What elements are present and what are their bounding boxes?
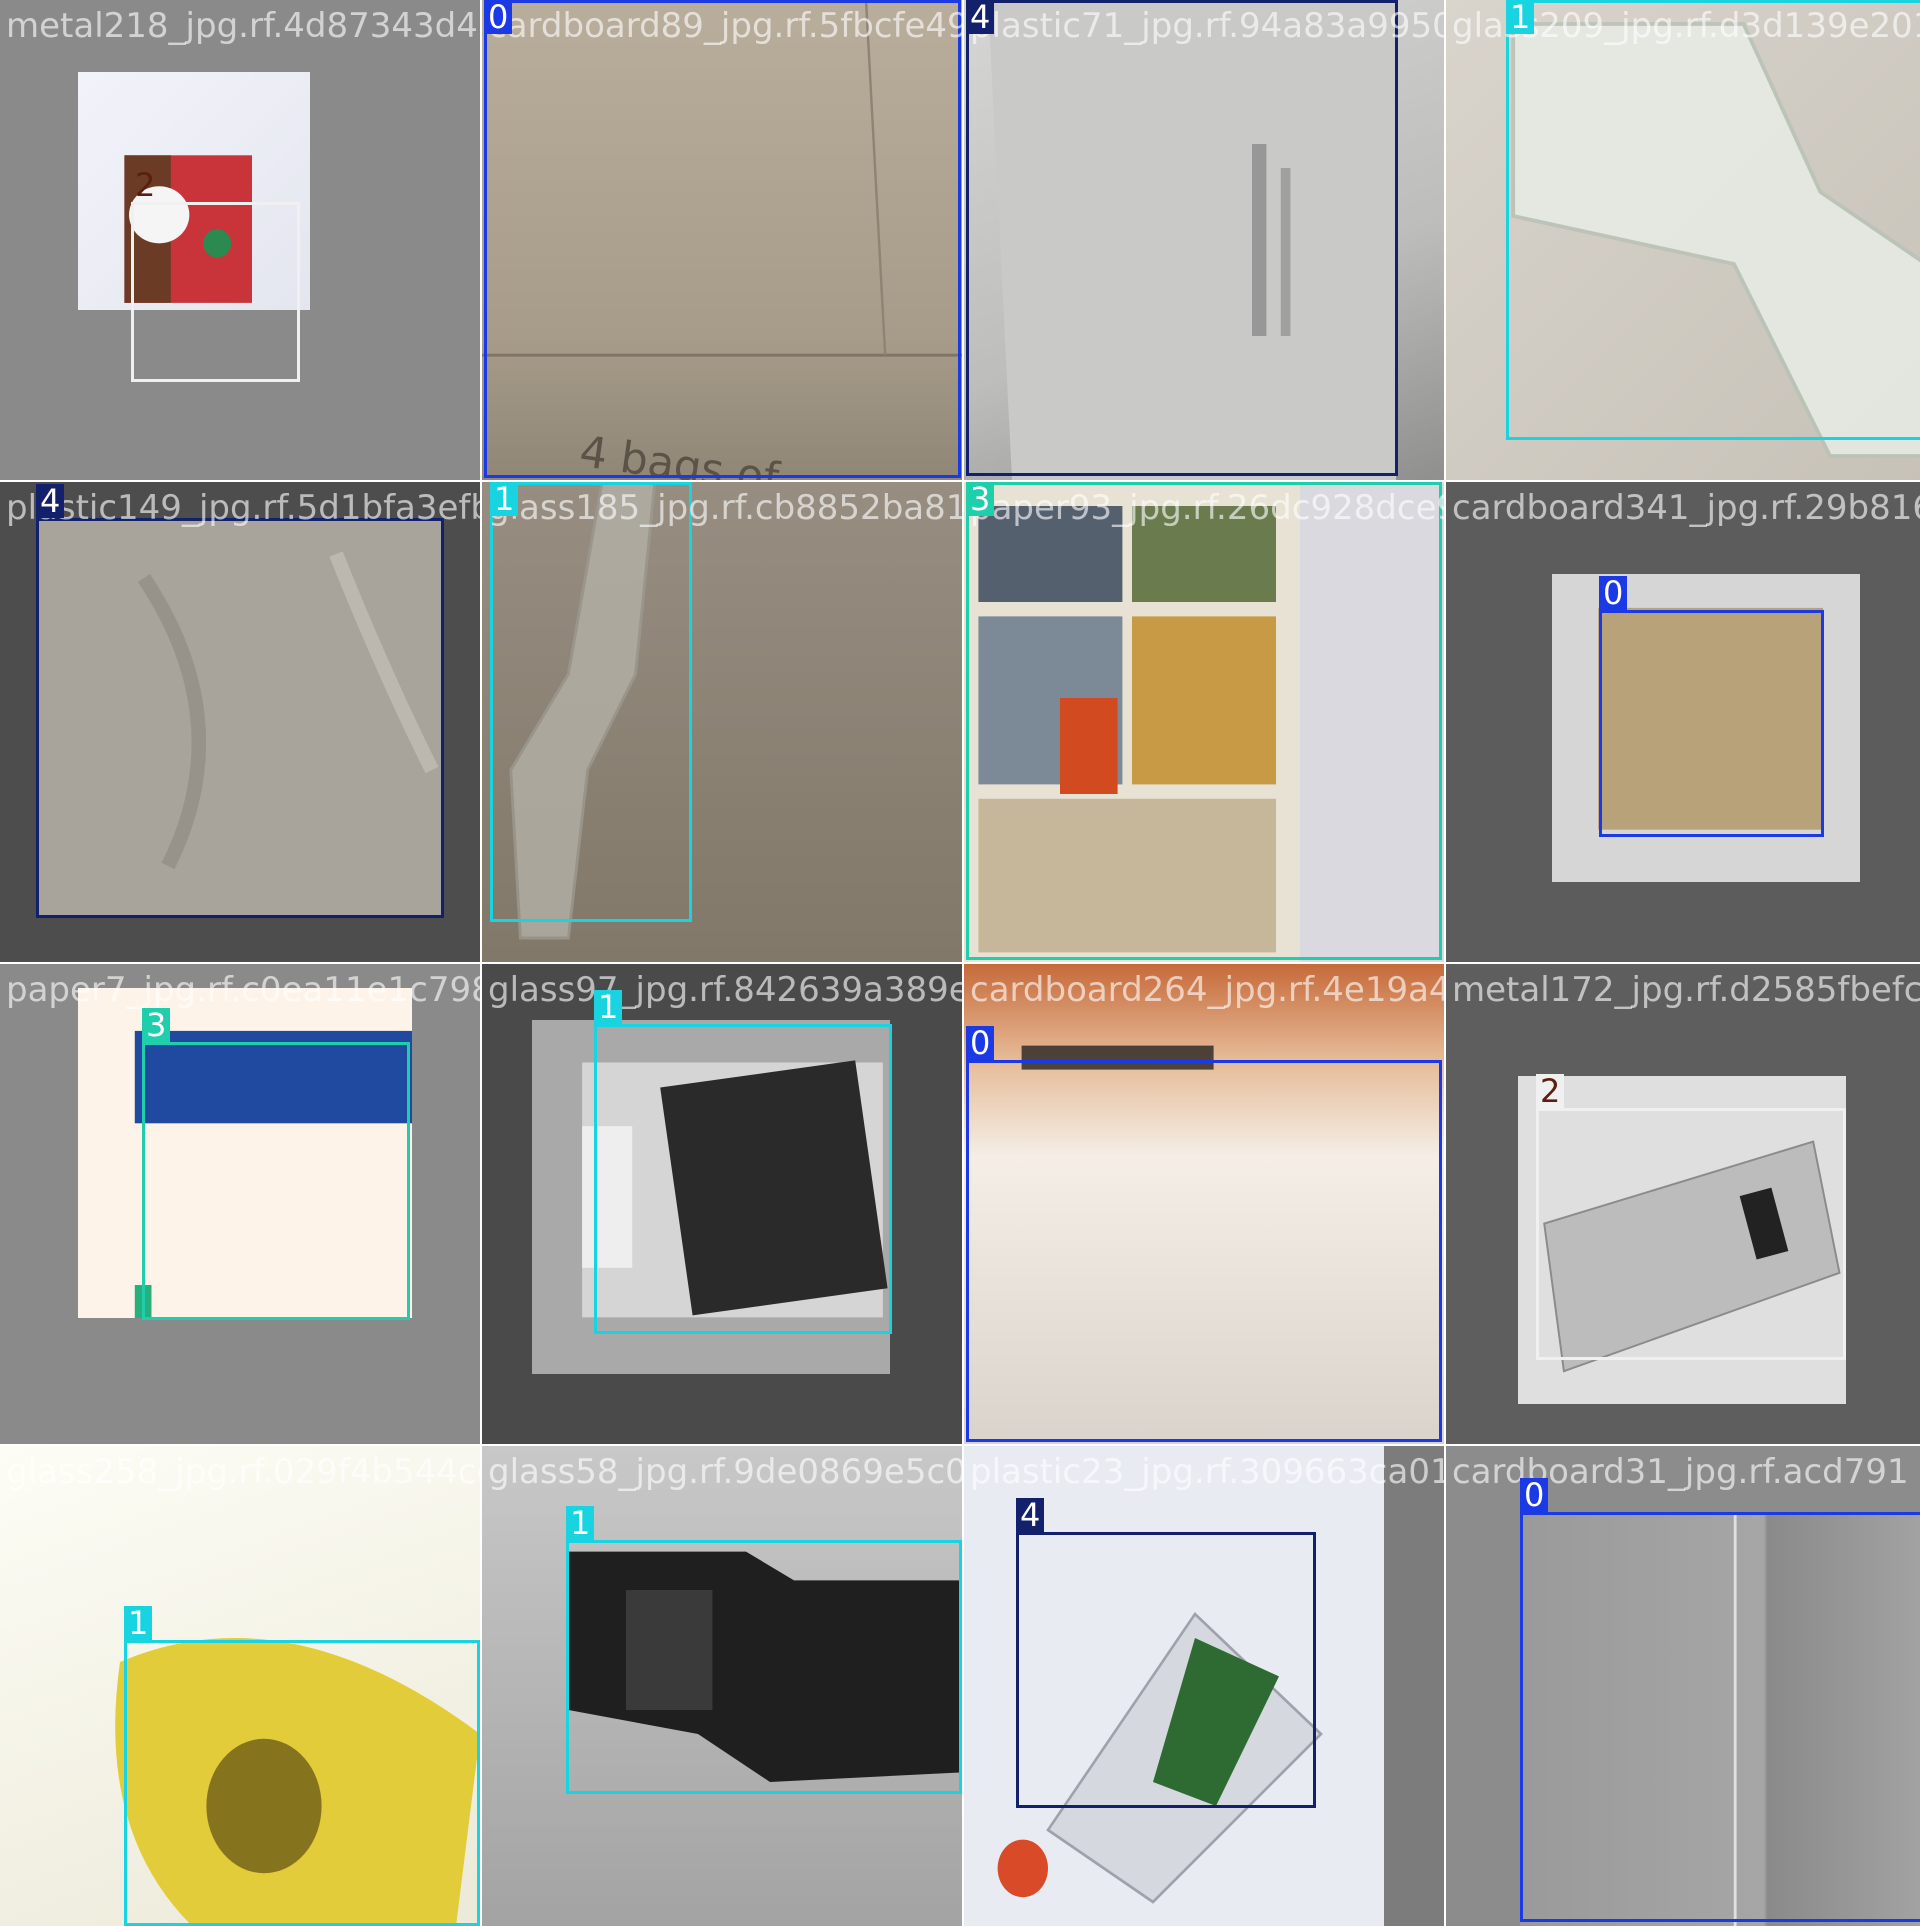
bounding-box [484,0,961,478]
class-label: 2 [1536,1074,1565,1108]
class-label: 1 [594,990,623,1024]
bounding-box [142,1042,410,1320]
class-label: 1 [1506,0,1535,34]
class-label: 2 [135,166,156,204]
mosaic-tile: metal218_jpg.rf.4d87343d46fc23ce5f7f6292… [0,0,480,480]
bounding-box [1536,1108,1846,1360]
mosaic-tile: glass185_jpg.rf.cb8852ba81f7ab38213d7121 [482,482,962,962]
image-filename: metal218_jpg.rf.4d87343d46fc23ce5f7f6292… [6,6,480,46]
mosaic-tile: 4 bags ofcardboard89_jpg.rf.5fbcfe494aed… [482,0,962,480]
bounding-box [1016,1532,1316,1808]
bounding-box [1599,610,1824,837]
mosaic-tile: cardboard31_jpg.rf.acd791 0 [1446,1446,1920,1926]
mosaic-tile: glass58_jpg.rf.9de0869e5c0f9ab64bf8e2175… [482,1446,962,1926]
class-label: 0 [484,0,513,34]
mosaic-tile: glass258_jpg.rf.029f4b544ce3996437e8e51 [0,1446,480,1926]
class-label: 4 [1016,1498,1045,1532]
class-label: 4 [966,0,995,34]
mosaic-tile: paper93_jpg.rf.26dc928dce9ae16bd13d383 [964,482,1444,962]
class-label: 4 [36,484,65,518]
image-filename: metal172_jpg.rf.d2585fbefc9be [1452,970,1920,1010]
detection-mosaic: metal218_jpg.rf.4d87343d46fc23ce5f7f6292… [0,0,1920,1926]
bounding-box [1506,0,1920,440]
mosaic-tile: cardboard264_jpg.rf.4e19a4446f43070 [964,964,1444,1444]
bounding-box [490,482,692,922]
class-label: 1 [490,482,519,516]
mosaic-tile: plastic23_jpg.rf.309663ca0106f7ca95574 [964,1446,1444,1926]
bounding-box [966,482,1442,960]
mosaic-tile: plastic149_jpg.rf.5d1bfa3efb5f12e205c768… [0,482,480,962]
bounding-box [131,202,300,382]
class-label: 3 [142,1008,171,1042]
image-filename: glass97_jpg.rf.842639a389eaed14ebb82c [488,970,962,1010]
bounding-box [566,1540,962,1794]
bounding-box [966,1060,1442,1442]
mosaic-tile: metal172_jpg.rf.d2585fbefc9be 2 [1446,964,1920,1444]
mosaic-tile: glass209_jpg.rf.d3d139e20106381 [1446,0,1920,480]
image-filename: cardboard341_jpg.rf.29b816 [1452,488,1920,528]
class-label: 0 [966,1026,995,1060]
mosaic-tile: glass97_jpg.rf.842639a389eaed14ebb82c1 [482,964,962,1444]
bounding-box [1520,1512,1920,1922]
mosaic-tile: paper7_jpg.rf.c0ea11e1c79882e0ff5c00583 [0,964,480,1444]
mosaic-tile: cardboard341_jpg.rf.29b816 0 [1446,482,1920,962]
class-label: 1 [124,1606,153,1640]
class-label: 0 [1599,576,1628,610]
mosaic-tile: plastic71_jpg.rf.94a83a9950abd276976344 [964,0,1444,480]
bounding-box [594,1024,892,1334]
bounding-box [124,1640,480,1926]
class-label: 0 [1520,1478,1549,1512]
bounding-box [36,518,444,918]
bounding-box [966,0,1398,476]
class-label: 1 [566,1506,595,1540]
class-label: 3 [966,482,995,516]
